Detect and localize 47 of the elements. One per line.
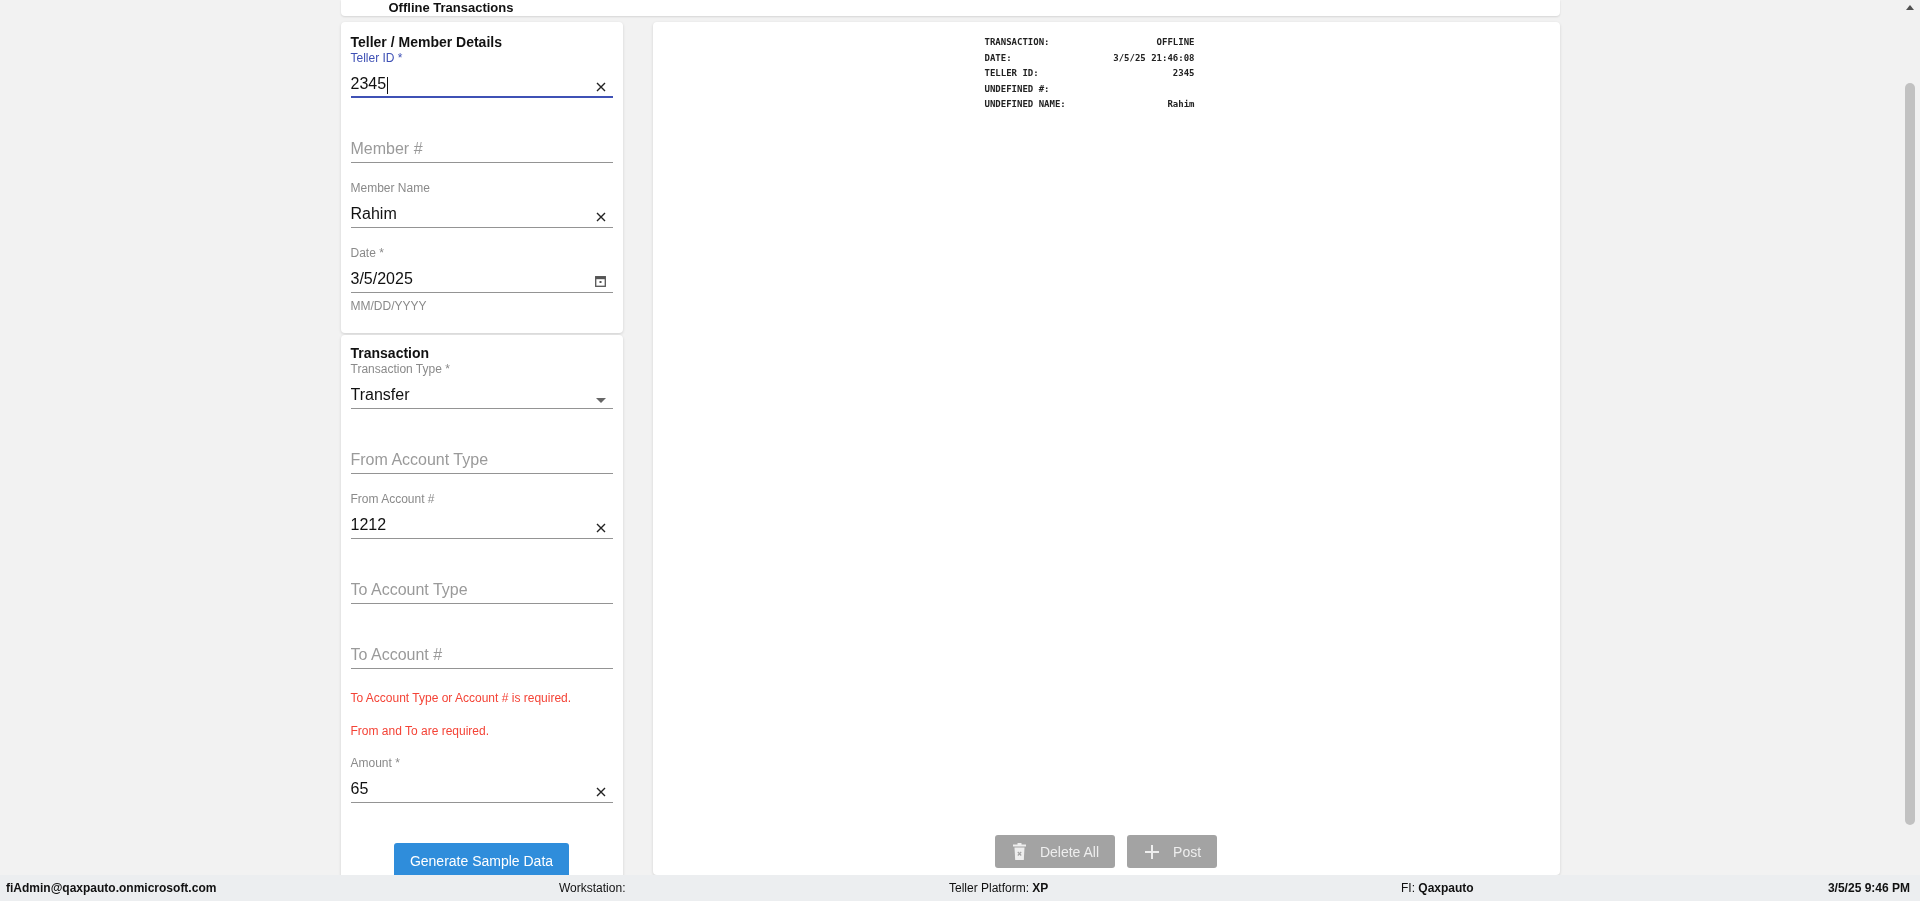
status-datetime: 3/5/25 9:46 PM	[1827, 881, 1910, 895]
clear-icon[interactable]	[595, 82, 606, 92]
workstation-label: Workstation:	[559, 881, 627, 895]
field-label: Amount *	[350, 756, 401, 770]
input-field[interactable]: 1212	[350, 506, 613, 539]
input-field[interactable]: To Account #	[350, 636, 613, 669]
trash-icon	[1012, 843, 1026, 860]
calendar-icon[interactable]	[595, 275, 606, 287]
receipt-label: TELLER ID:	[984, 67, 1039, 81]
input-field[interactable]: Rahim	[350, 195, 613, 228]
receipt-value: OFFLINE	[1156, 36, 1195, 49]
helper-text: MM/DD/YYYY	[350, 299, 427, 313]
plus-icon	[1145, 844, 1160, 859]
select-field[interactable]: Transfer	[350, 376, 613, 409]
receipt-value: 3/5/25 21:46:08	[1113, 51, 1195, 65]
section-heading: Transaction	[350, 345, 431, 361]
receipt-value: 2345	[1172, 67, 1195, 81]
date-field[interactable]: 3/5/2025	[350, 260, 613, 293]
input-field[interactable]: 65	[350, 770, 613, 803]
input-field[interactable]: Member #	[350, 130, 613, 163]
input-field[interactable]: 2345	[350, 65, 613, 98]
input-field[interactable]: From Account Type	[350, 441, 613, 474]
section-heading: Teller / Member Details	[350, 34, 503, 50]
field-label: Transaction Type *	[350, 362, 451, 376]
receipt-value: Rahim	[1167, 98, 1195, 112]
scrollbar-thumb[interactable]	[1905, 83, 1915, 825]
page-title: Offline Transactions	[388, 0, 514, 16]
receipt-label: TRANSACTION:	[984, 36, 1050, 49]
error-message: From and To are required.	[350, 723, 490, 740]
receipt-label: UNDEFINED NAME:	[984, 98, 1066, 112]
clear-icon[interactable]	[595, 523, 606, 533]
user-email: fiAdmin@qaxpauto.onmicrosoft.com	[6, 881, 218, 895]
clear-icon[interactable]	[595, 787, 606, 797]
scroll-up-icon[interactable]	[1906, 5, 1914, 10]
field-label: Date *	[350, 246, 385, 260]
input-field[interactable]: To Account Type	[350, 571, 613, 604]
generate-sample-data-button[interactable]: Generate Sample Data	[394, 843, 569, 875]
field-label: From Account #	[350, 492, 436, 506]
fi-label: FI: Qaxpauto	[1401, 881, 1475, 895]
error-message: To Account Type or Account # is required.	[350, 690, 573, 707]
field-label: Teller ID *	[350, 51, 404, 65]
field-label: Member Name	[350, 181, 431, 195]
dropdown-caret-icon[interactable]	[595, 398, 606, 403]
receipt-label: DATE:	[984, 51, 1012, 65]
receipt-label: UNDEFINED #:	[984, 82, 1050, 96]
platform-label: Teller Platform: XP	[949, 881, 1050, 895]
clear-icon[interactable]	[595, 212, 606, 222]
